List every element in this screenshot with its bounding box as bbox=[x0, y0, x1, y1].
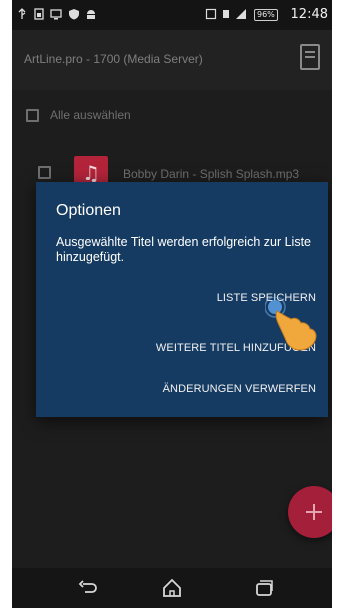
discard-changes-button[interactable]: ÄNDERUNGEN VERWERFEN bbox=[163, 383, 316, 395]
track-name: Bobby Darin - Splish Splash.mp3 bbox=[123, 167, 300, 181]
dialog-title: Optionen bbox=[56, 202, 121, 219]
select-all-checkbox[interactable] bbox=[26, 109, 39, 122]
signal-icon bbox=[235, 8, 247, 20]
select-all-label: Alle auswählen bbox=[50, 108, 131, 122]
recent-apps-icon[interactable] bbox=[252, 576, 276, 600]
phone-screen: 96% 12:48 ArtLine.pro - 1700 (Media Serv… bbox=[12, 0, 332, 608]
plus-icon bbox=[288, 486, 332, 538]
track-checkbox[interactable] bbox=[38, 166, 51, 179]
status-bar: 96% 12:48 bbox=[12, 0, 332, 30]
screen-icon bbox=[50, 8, 62, 20]
clock: 12:48 bbox=[290, 7, 328, 22]
battery-indicator: 96% bbox=[254, 9, 278, 21]
app-bar-title: ArtLine.pro - 1700 (Media Server) bbox=[24, 52, 203, 66]
back-icon[interactable] bbox=[76, 576, 100, 600]
dialog-message: Ausgewählte Titel werden erfolgreich zur… bbox=[56, 235, 311, 264]
nfc-icon bbox=[205, 8, 217, 20]
touch-hand-icon bbox=[264, 296, 325, 352]
home-icon[interactable] bbox=[160, 576, 184, 600]
list-action-icon[interactable] bbox=[300, 44, 320, 70]
add-fab-button[interactable] bbox=[288, 486, 332, 538]
sim-icon bbox=[33, 8, 45, 20]
usb-icon bbox=[16, 8, 28, 20]
notification-icon bbox=[220, 8, 232, 20]
app-bar: ArtLine.pro - 1700 (Media Server) bbox=[12, 30, 332, 90]
navigation-bar bbox=[12, 568, 332, 608]
android-icon bbox=[85, 8, 97, 20]
shield-icon bbox=[68, 8, 80, 20]
